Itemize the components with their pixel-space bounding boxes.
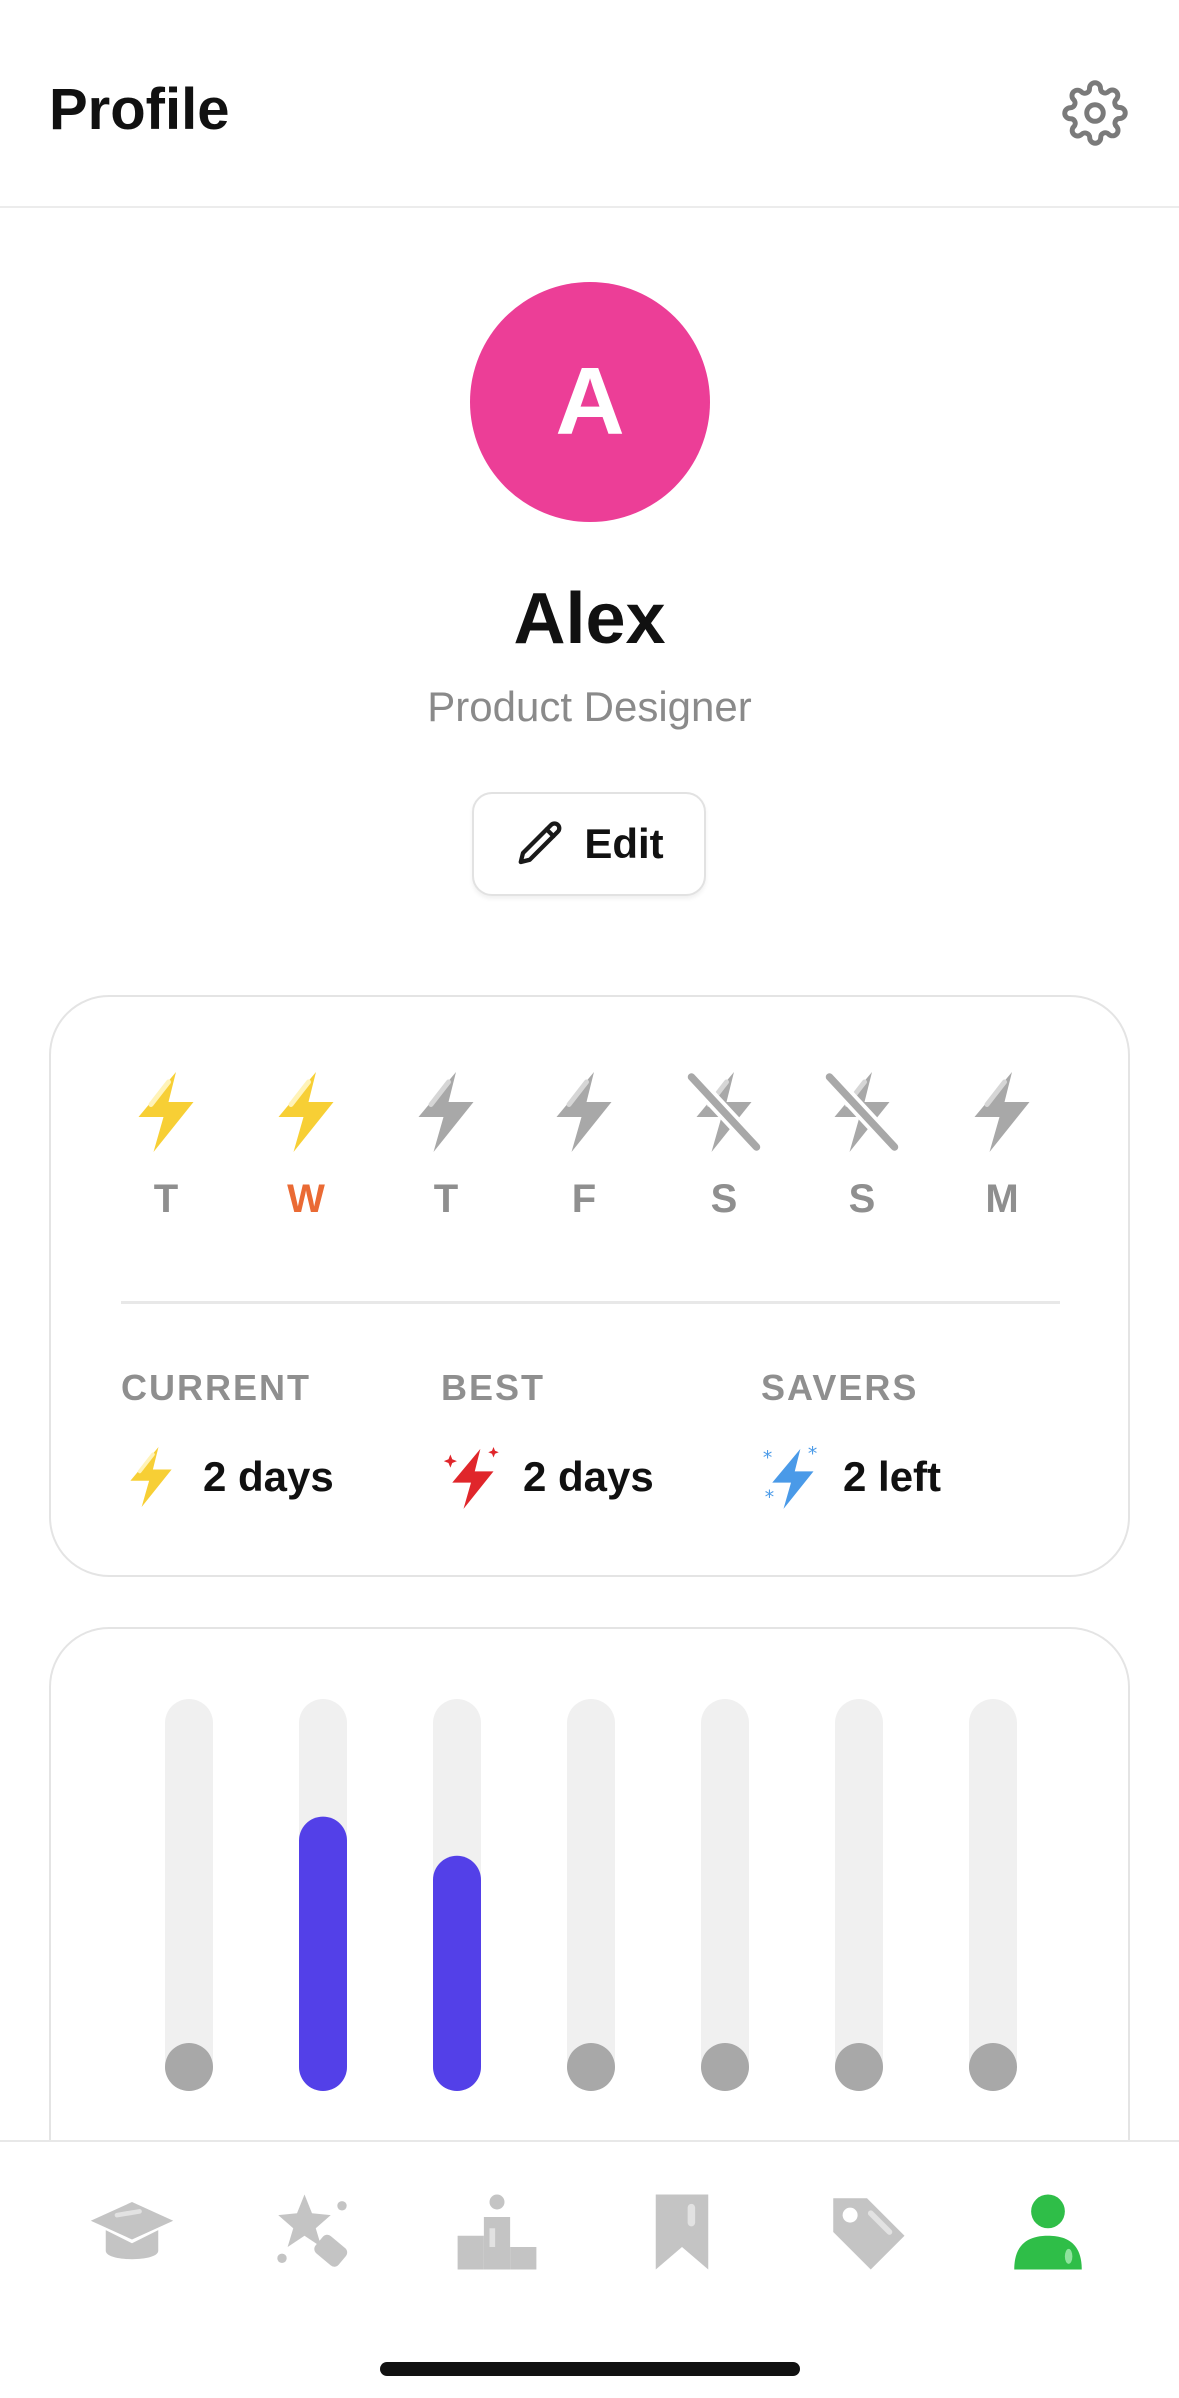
streak-day-label: T xyxy=(433,1177,459,1221)
bolt-yellow-icon xyxy=(130,1447,172,1507)
streak-day-label: S xyxy=(848,1177,876,1221)
sparkle-star-icon xyxy=(277,2194,348,2267)
streak-day-label: F xyxy=(571,1177,597,1221)
svg-text:*: * xyxy=(763,1448,772,1469)
bar xyxy=(299,1816,347,2091)
streak-day: S xyxy=(817,1067,907,1222)
streak-card: T W T F S S M CURRENT 2 days BEST 2 days SAVER… xyxy=(49,995,1130,1577)
bolt-icon xyxy=(138,1072,194,1152)
bar-empty-dot xyxy=(969,2043,1017,2091)
bolt-icon xyxy=(556,1072,612,1152)
svg-text:*: * xyxy=(765,1487,774,1508)
user-name: Alex xyxy=(513,579,666,659)
bolt-slash-icon xyxy=(822,1069,902,1155)
stat-current: CURRENT 2 days xyxy=(121,1367,334,1511)
tab-learn[interactable] xyxy=(82,2182,182,2282)
streak-day-label: T xyxy=(153,1177,179,1221)
edit-label: Edit xyxy=(584,820,664,867)
streak-day: W xyxy=(261,1067,351,1222)
bar-track xyxy=(165,1699,213,2091)
bolt-icon xyxy=(418,1072,474,1152)
streak-day: T xyxy=(121,1067,211,1222)
streak-day: M xyxy=(957,1067,1047,1222)
stat-savers: SAVERS * * * 2 left xyxy=(761,1367,941,1511)
streak-day: S xyxy=(679,1067,769,1222)
bolt-icon xyxy=(278,1072,334,1152)
streak-day: T xyxy=(401,1067,491,1222)
stat-label: CURRENT xyxy=(121,1367,311,1408)
svg-text:*: * xyxy=(808,1444,817,1465)
divider xyxy=(121,1301,1060,1304)
activity-chart-card xyxy=(49,1627,1130,2227)
home-indicator xyxy=(380,2362,800,2376)
stat-label: BEST xyxy=(441,1367,546,1408)
bar-empty-dot xyxy=(701,2043,749,2091)
streak-day-label: W xyxy=(287,1177,325,1221)
stat-value: 2 days xyxy=(523,1453,654,1500)
pencil-icon xyxy=(518,821,562,865)
avatar-initial: A xyxy=(555,348,625,455)
activity-chart xyxy=(165,1699,1017,2091)
bar xyxy=(433,1855,481,2091)
bar-track xyxy=(969,1699,1017,2091)
streak-day: F xyxy=(539,1067,629,1222)
stat-label: SAVERS xyxy=(761,1367,919,1408)
bar-track xyxy=(567,1699,615,2091)
bolt-red-sparkle-icon xyxy=(443,1447,499,1509)
bar-empty-dot xyxy=(165,2043,213,2091)
stat-value: 2 days xyxy=(203,1453,334,1500)
tab-profile[interactable] xyxy=(998,2182,1098,2282)
tab-leaderboard[interactable] xyxy=(447,2182,547,2282)
bolt-slash-icon xyxy=(684,1069,764,1155)
tab-practice[interactable] xyxy=(262,2182,362,2282)
tab-tags[interactable] xyxy=(817,2182,917,2282)
stat-best: BEST 2 days xyxy=(441,1367,654,1511)
tag-icon xyxy=(833,2198,905,2270)
app-header: Profile xyxy=(0,0,1179,208)
bar-empty-dot xyxy=(567,2043,615,2091)
edit-profile-button[interactable]: Edit xyxy=(472,792,706,896)
gear-icon[interactable] xyxy=(1062,80,1128,146)
bar-track xyxy=(835,1699,883,2091)
graduation-cap-icon xyxy=(90,2202,174,2260)
user-icon xyxy=(1014,2194,1082,2270)
podium-icon xyxy=(457,2194,537,2270)
streak-day-label: M xyxy=(985,1177,1019,1221)
user-role: Product Designer xyxy=(427,683,752,730)
stat-value: 2 left xyxy=(843,1453,942,1500)
bar-empty-dot xyxy=(835,2043,883,2091)
streak-day-label: S xyxy=(710,1177,738,1221)
tab-saved[interactable] xyxy=(632,2182,732,2282)
bolt-blue-snow-icon: * * * xyxy=(763,1444,817,1509)
tab-bar xyxy=(0,2140,1179,2398)
page-title: Profile xyxy=(49,77,230,142)
bolt-icon xyxy=(974,1072,1030,1152)
bookmark-icon xyxy=(655,2194,709,2270)
bar-track xyxy=(701,1699,749,2091)
avatar[interactable]: A xyxy=(470,282,710,522)
